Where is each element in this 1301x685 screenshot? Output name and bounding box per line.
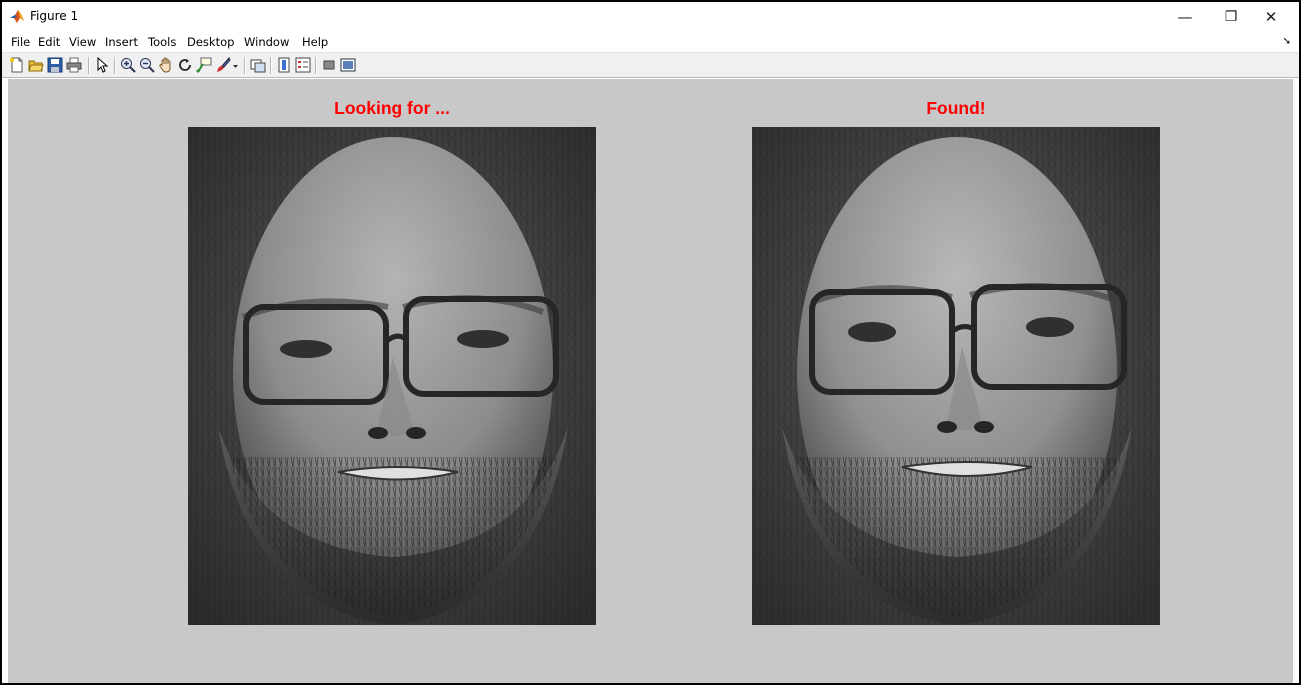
close-button[interactable]: ✕ bbox=[1248, 2, 1294, 32]
toolbar-separator bbox=[270, 57, 272, 74]
toolbar-separator bbox=[244, 57, 246, 74]
pan-hand-icon[interactable] bbox=[157, 57, 174, 73]
found-face-image bbox=[752, 127, 1160, 625]
menu-view[interactable]: View bbox=[69, 35, 96, 49]
new-figure-icon[interactable] bbox=[8, 57, 25, 73]
figure-toolbar bbox=[2, 52, 1299, 78]
pointer-icon[interactable] bbox=[93, 57, 110, 73]
title-bar[interactable]: Figure 1 — ❐ ✕ bbox=[2, 2, 1299, 32]
menu-help[interactable]: Help bbox=[302, 35, 328, 49]
figure-canvas[interactable]: Looking for ... Found! bbox=[8, 79, 1293, 683]
legend-icon[interactable] bbox=[294, 57, 311, 73]
menu-desktop[interactable]: Desktop bbox=[187, 35, 234, 49]
save-icon[interactable] bbox=[46, 57, 63, 73]
menubar-dock-arrow-icon[interactable]: ➘ bbox=[1283, 36, 1291, 47]
print-icon[interactable] bbox=[65, 57, 82, 73]
restore-icon: ❐ bbox=[1224, 9, 1238, 25]
hide-plot-tools-icon[interactable] bbox=[320, 57, 337, 73]
menu-edit[interactable]: Edit bbox=[38, 35, 60, 49]
window-title: Figure 1 bbox=[30, 9, 79, 23]
minimize-icon: — bbox=[1177, 8, 1193, 26]
open-file-icon[interactable] bbox=[27, 57, 44, 73]
brush-dropdown-icon[interactable] bbox=[231, 57, 240, 73]
minimize-button[interactable]: — bbox=[1162, 2, 1208, 32]
menu-window[interactable]: Window bbox=[244, 35, 289, 49]
axes-title-query: Looking for ... bbox=[334, 98, 450, 118]
menu-tools[interactable]: Tools bbox=[148, 35, 176, 49]
menu-bar: File Edit View Insert Tools Desktop Wind… bbox=[2, 32, 1299, 52]
close-icon: ✕ bbox=[1264, 8, 1278, 26]
zoom-out-icon[interactable] bbox=[138, 57, 155, 73]
axes-title-found: Found! bbox=[926, 98, 986, 118]
colorbar-icon[interactable] bbox=[275, 57, 292, 73]
toolbar-separator bbox=[88, 57, 90, 74]
toolbar-separator bbox=[315, 57, 317, 74]
query-face-image bbox=[188, 127, 596, 625]
brush-icon[interactable] bbox=[214, 57, 231, 73]
menu-file[interactable]: File bbox=[11, 35, 30, 49]
zoom-in-icon[interactable] bbox=[119, 57, 136, 73]
matlab-logo-icon bbox=[10, 10, 24, 23]
data-cursor-icon[interactable] bbox=[195, 57, 212, 73]
toolbar-separator bbox=[114, 57, 116, 74]
menu-insert[interactable]: Insert bbox=[105, 35, 138, 49]
figure-window: Figure 1 — ❐ ✕ File Edit View Insert Too… bbox=[0, 0, 1301, 685]
link-plot-icon[interactable] bbox=[249, 57, 266, 73]
rotate-3d-icon[interactable] bbox=[176, 57, 193, 73]
show-plot-tools-icon[interactable] bbox=[339, 57, 356, 73]
